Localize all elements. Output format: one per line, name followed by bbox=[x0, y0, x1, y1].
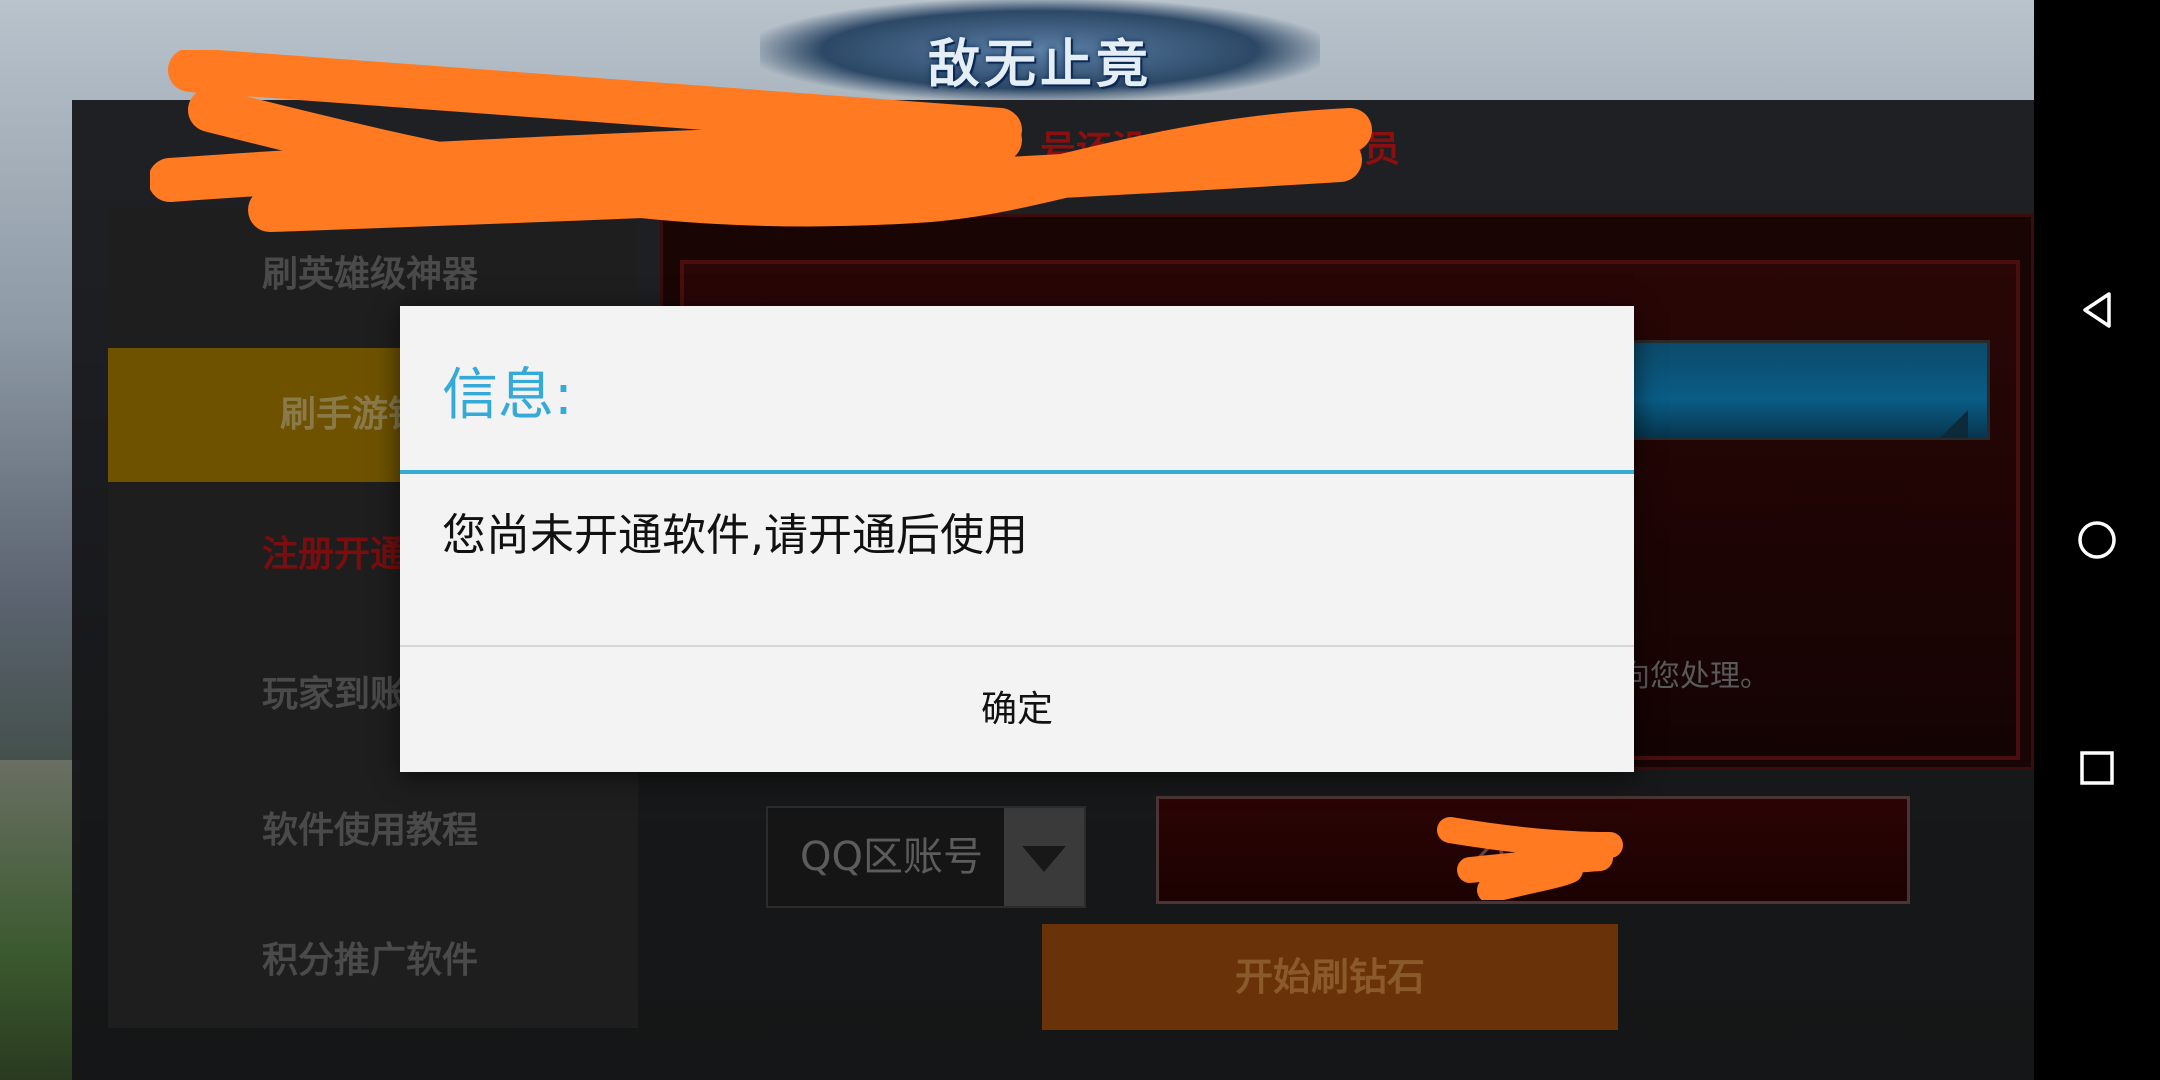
dialog-title: 信息: bbox=[442, 363, 573, 428]
back-triangle-icon[interactable] bbox=[2075, 288, 2119, 332]
home-circle-icon[interactable] bbox=[2075, 518, 2119, 562]
ok-button[interactable]: 确定 bbox=[400, 647, 1634, 772]
info-dialog: 信息: 您尚未开通软件,请开通后使用 确定 bbox=[400, 306, 1634, 772]
dialog-title-divider bbox=[400, 470, 1634, 474]
recent-square-icon[interactable] bbox=[2075, 746, 2119, 790]
dialog-message: 您尚未开通软件,请开通后使用 bbox=[442, 510, 1028, 561]
system-nav-bar bbox=[2034, 0, 2160, 1080]
